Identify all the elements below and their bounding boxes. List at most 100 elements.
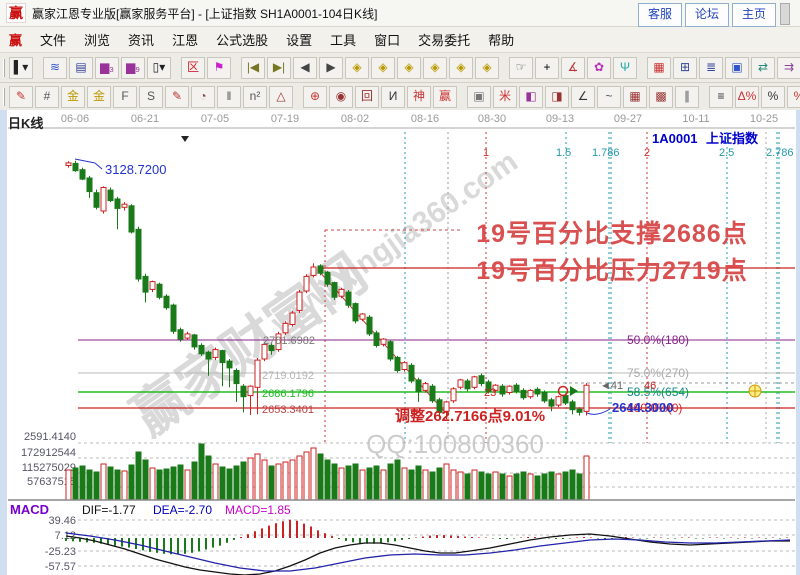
- hand-icon[interactable]: ☞: [509, 57, 533, 79]
- date-tick-label: 07-19: [271, 113, 299, 125]
- ying-grid-icon[interactable]: 赢: [433, 86, 457, 108]
- menu-item-9[interactable]: 交易委托: [409, 28, 479, 51]
- spiral-icon[interactable]: ◉: [329, 86, 353, 108]
- wave-tool-icon[interactable]: ~: [597, 86, 621, 108]
- kline-mark-icon[interactable]: 区: [181, 57, 205, 79]
- date-tick-label: 07-05: [201, 113, 229, 125]
- period-selector[interactable]: ▌▾: [9, 57, 33, 79]
- menu-logo[interactable]: 赢: [0, 28, 31, 51]
- time-circle-icon[interactable]: ◔: [191, 86, 215, 108]
- date-tick-label: 09-27: [614, 113, 642, 125]
- prev-bar-icon[interactable]: ◀: [293, 57, 317, 79]
- menu-item-3[interactable]: 资讯: [119, 28, 163, 51]
- gann-expand-icon[interactable]: ◈: [397, 57, 421, 79]
- angle-tool-icon[interactable]: ∡: [561, 57, 585, 79]
- shen-grid-icon[interactable]: 神: [407, 86, 431, 108]
- calendar-icon[interactable]: ▦: [647, 57, 671, 79]
- bars9-icon[interactable]: ▆₉: [121, 57, 145, 79]
- gann-time-label: 1.786: [592, 147, 620, 159]
- price-level-label: 2719.0192: [262, 370, 314, 382]
- application-window: 赢 赢家江恩专业版[赢家服务平台] - [上证指数 SH1A0001-104日K…: [0, 0, 800, 575]
- grid-arrow-icon[interactable]: ▩: [649, 86, 673, 108]
- square-spiral-icon[interactable]: 回: [355, 86, 379, 108]
- info-panel-icon[interactable]: ▤: [69, 57, 93, 79]
- price-level-label: 2653.3401: [262, 404, 314, 416]
- n2-icon[interactable]: n²: [243, 86, 267, 108]
- crosshair-icon[interactable]: +: [535, 57, 559, 79]
- gann-center-icon[interactable]: ◈: [449, 57, 473, 79]
- gann-gold-box2-icon[interactable]: 金: [87, 86, 111, 108]
- brain-icon[interactable]: Ψ: [613, 57, 637, 79]
- shape-tool-icon[interactable]: ✿: [587, 57, 611, 79]
- save-icon[interactable]: ▣: [725, 57, 749, 79]
- fan-box-icon[interactable]: ◧: [519, 86, 543, 108]
- target-icon[interactable]: ⊕: [303, 86, 327, 108]
- gann-left-icon[interactable]: ◈: [345, 57, 369, 79]
- macd-scale-label: 39.46: [48, 515, 76, 527]
- trade-send-icon[interactable]: ⇉: [777, 57, 800, 79]
- pressure-annotation: 19号百分比压力2719点: [476, 257, 747, 285]
- next-bar-icon[interactable]: ▶: [319, 57, 343, 79]
- date-tick-label: 06-06: [61, 113, 89, 125]
- candle-icon[interactable]: ▯▾: [147, 57, 171, 79]
- symbol-name: 上证指数: [706, 131, 759, 146]
- menu-item-5[interactable]: 公式选股: [207, 28, 277, 51]
- parallel-lines-icon[interactable]: ∥: [675, 86, 699, 108]
- draw-pencil-icon[interactable]: ✎: [9, 86, 33, 108]
- date-tick-label: 10-11: [682, 113, 709, 125]
- menu-item-8[interactable]: 窗口: [365, 28, 409, 51]
- pct-triangle-icon[interactable]: Δ%: [735, 86, 759, 108]
- gann-f-icon[interactable]: F: [113, 86, 137, 108]
- macd-dif-label: DIF=-1.77: [82, 503, 136, 517]
- last-price-label: 2644.3000: [612, 400, 673, 415]
- percent-line-icon[interactable]: %: [787, 86, 800, 108]
- gann-s-icon[interactable]: S: [139, 86, 163, 108]
- menu-item-2[interactable]: 浏览: [75, 28, 119, 51]
- chart-area[interactable]: 赢家财富网www.yingjia360.comQQ:10080036006-06…: [0, 110, 800, 575]
- grid-red-icon[interactable]: ▦: [623, 86, 647, 108]
- watermark-qq: QQ:100800360: [366, 429, 544, 459]
- gauge-icon[interactable]: ≡: [709, 86, 733, 108]
- toolbar-grip: [3, 88, 5, 106]
- volume-scale-label: 2591.4140: [24, 431, 76, 443]
- fan-lines-icon[interactable]: 米: [493, 86, 517, 108]
- menu-item-6[interactable]: 设置: [277, 28, 321, 51]
- gann-right-icon[interactable]: ◈: [371, 57, 395, 79]
- gann-compress-icon[interactable]: ◈: [423, 57, 447, 79]
- gann-time-label: 2.5: [719, 147, 734, 159]
- cycle-count-label: ◄41: [600, 380, 623, 392]
- notes-icon[interactable]: ≣: [699, 57, 723, 79]
- service-button[interactable]: 客服: [638, 3, 682, 27]
- forum-button[interactable]: 论坛: [685, 3, 729, 27]
- menu-item-7[interactable]: 工具: [321, 28, 365, 51]
- menu-item-10[interactable]: 帮助: [479, 28, 523, 51]
- gann-fit-icon[interactable]: ◈: [475, 57, 499, 79]
- period-tab-label[interactable]: 日K线: [8, 113, 43, 132]
- ray-box-icon[interactable]: ◨: [545, 86, 569, 108]
- export-icon[interactable]: ⇄: [751, 57, 775, 79]
- percent-icon[interactable]: %: [761, 86, 785, 108]
- menu-item-1[interactable]: 文件: [31, 28, 75, 51]
- ruler-icon[interactable]: ‖: [217, 86, 241, 108]
- box-tool-icon[interactable]: ▣: [467, 86, 491, 108]
- flag-icon[interactable]: ⚑: [207, 57, 231, 79]
- calculator-icon[interactable]: ⊞: [673, 57, 697, 79]
- price-level-label: 2686.1796: [262, 388, 314, 400]
- grid-tool-icon[interactable]: #: [35, 86, 59, 108]
- set-square-icon[interactable]: △: [269, 86, 293, 108]
- draw-compass-icon[interactable]: ✎: [165, 86, 189, 108]
- gann-gold-box-icon[interactable]: 金: [61, 86, 85, 108]
- date-tick-label: 08-02: [341, 113, 369, 125]
- angle-lines-icon[interactable]: ∠: [571, 86, 595, 108]
- date-tick-label: 08-30: [478, 113, 506, 125]
- home-button[interactable]: 主页: [732, 3, 776, 27]
- menu-item-4[interactable]: 江恩: [163, 28, 207, 51]
- last-bar-icon[interactable]: ▶|: [267, 57, 291, 79]
- map-icon[interactable]: ≋: [43, 57, 67, 79]
- system-menu-box[interactable]: [780, 3, 790, 25]
- resistance-icon[interactable]: И: [381, 86, 405, 108]
- bars3-icon[interactable]: ▆₃: [95, 57, 119, 79]
- first-bar-icon[interactable]: |◀: [241, 57, 265, 79]
- app-logo-icon: 赢: [6, 3, 26, 23]
- title-bar: 赢 赢家江恩专业版[赢家服务平台] - [上证指数 SH1A0001-104日K…: [0, 0, 800, 27]
